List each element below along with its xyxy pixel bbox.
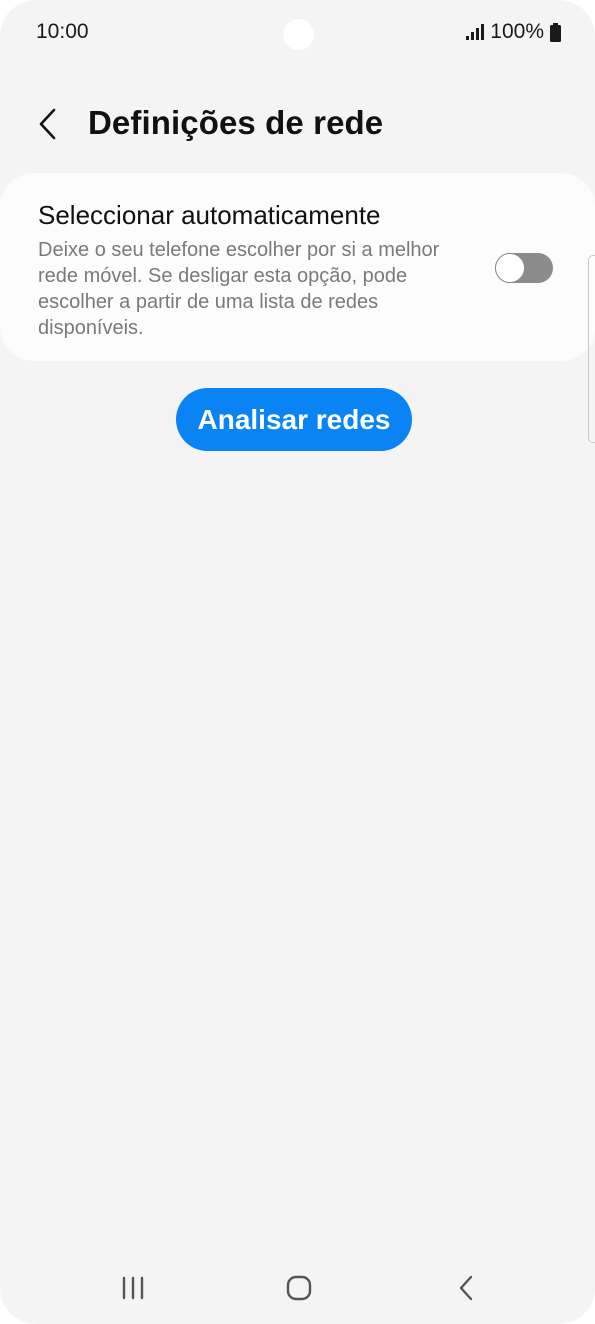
setting-title: Seleccionar automaticamente: [38, 200, 381, 230]
analyze-networks-button[interactable]: Analisar redes: [176, 388, 412, 451]
status-time: 10:00: [36, 20, 89, 43]
phone-screen: 10:00 100% Definições de rede Selecciona…: [0, 0, 595, 1324]
camera-cutout: [283, 19, 314, 50]
recents-icon: [122, 1276, 144, 1300]
setting-description: Deixe o seu telefone escolher por si a m…: [38, 239, 440, 339]
navigation-bar: [0, 1256, 595, 1320]
battery-icon: [550, 22, 561, 42]
toggle-knob: [495, 253, 525, 283]
back-icon: [459, 1275, 473, 1301]
app-header: Definições de rede: [0, 92, 595, 156]
status-bar: 10:00 100%: [0, 0, 595, 68]
status-indicators: 100%: [466, 20, 561, 44]
scrollbar[interactable]: [588, 255, 595, 443]
battery-percentage: 100%: [490, 20, 544, 43]
signal-icon: [466, 24, 485, 40]
back-button[interactable]: [28, 102, 68, 146]
auto-select-toggle[interactable]: [495, 253, 553, 283]
recents-button[interactable]: [103, 1270, 163, 1306]
home-icon: [286, 1275, 312, 1301]
nav-back-button[interactable]: [436, 1270, 496, 1306]
page-title: Definições de rede: [88, 104, 384, 141]
chevron-left-icon: [39, 108, 56, 140]
home-button[interactable]: [269, 1270, 329, 1306]
auto-select-setting-row[interactable]: Seleccionar automaticamente Deixe o seu …: [0, 173, 595, 361]
